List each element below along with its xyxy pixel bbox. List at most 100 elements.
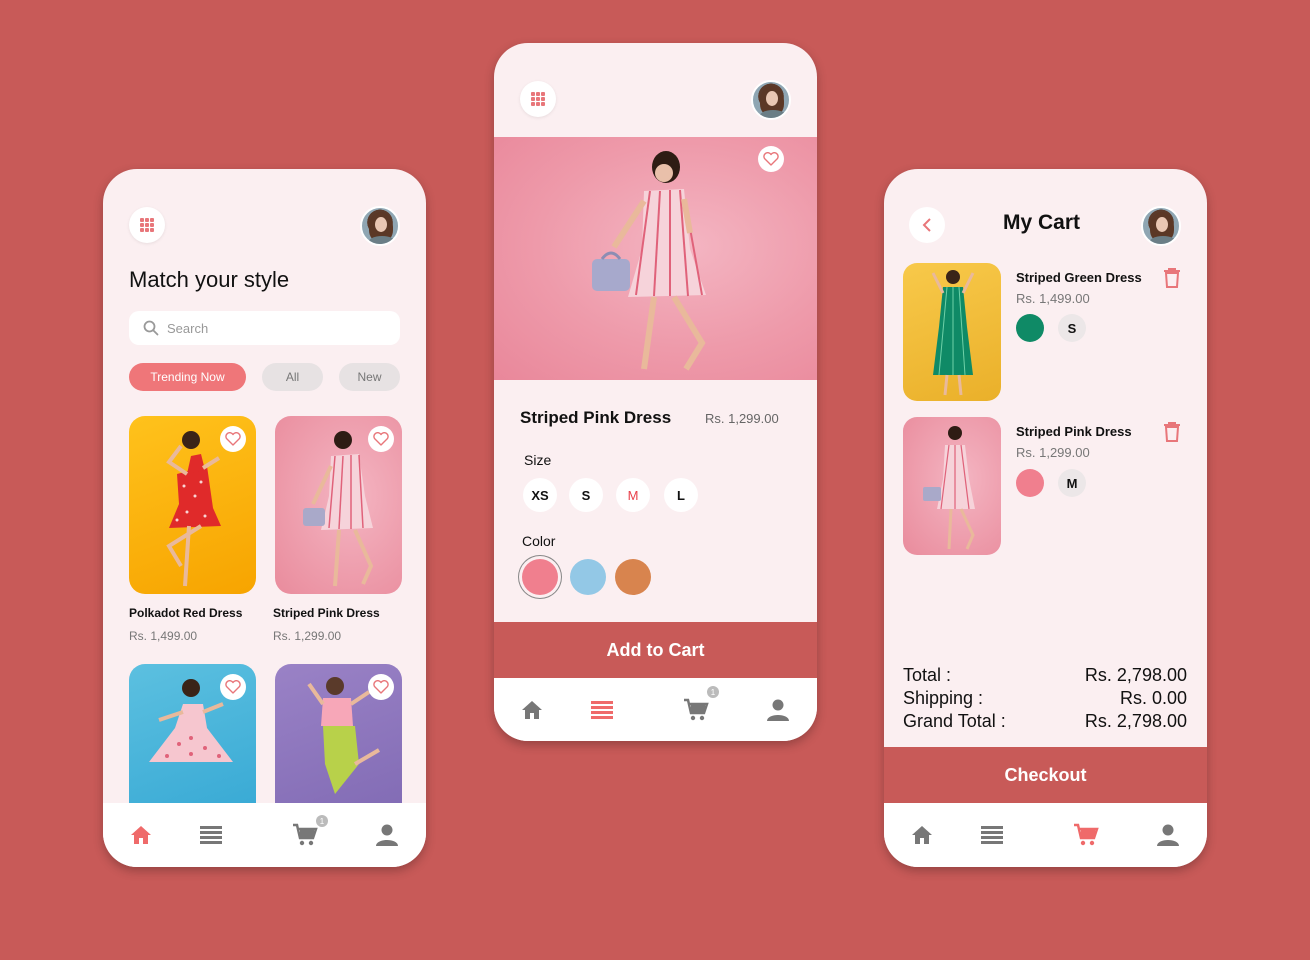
home-icon bbox=[912, 826, 932, 844]
wishlist-button[interactable] bbox=[220, 674, 246, 700]
size-label: Size bbox=[524, 452, 552, 468]
list-icon bbox=[981, 826, 1003, 844]
home-icon bbox=[131, 826, 151, 844]
list-icon bbox=[591, 701, 613, 719]
tab-cart[interactable] bbox=[291, 821, 319, 849]
heart-icon bbox=[225, 680, 241, 694]
tab-list[interactable] bbox=[978, 821, 1006, 849]
grid-menu-icon bbox=[140, 218, 154, 232]
home-screen: Match your style Trending Now All New bbox=[103, 169, 426, 867]
tab-home[interactable] bbox=[518, 696, 546, 724]
bottom-tab-bar bbox=[884, 803, 1207, 867]
grid-menu-button[interactable] bbox=[520, 81, 556, 117]
size-option-s[interactable]: S bbox=[569, 478, 603, 512]
product-image-striped-pink-dress[interactable] bbox=[275, 416, 402, 594]
cart-screen: My Cart Striped Green Dress Rs. 1,499.00… bbox=[884, 169, 1207, 867]
tab-list[interactable] bbox=[197, 821, 225, 849]
cart-item-size[interactable]: S bbox=[1058, 314, 1086, 342]
total-value: Rs. 2,798.00 bbox=[1084, 665, 1187, 685]
product-price: Rs. 1,499.00 bbox=[129, 629, 198, 643]
product-detail-screen: Striped Pink Dress Rs. 1,299.00 Size XS … bbox=[494, 43, 817, 741]
grid-menu-icon bbox=[531, 92, 545, 106]
wishlist-button[interactable] bbox=[368, 674, 394, 700]
page-title: Match your style bbox=[129, 267, 290, 292]
summary-grand-total-row: Grand Total : Rs. 2,798.00 bbox=[903, 711, 1187, 732]
wishlist-button[interactable] bbox=[220, 426, 246, 452]
checkout-button[interactable]: Checkout bbox=[884, 747, 1207, 803]
size-option-l[interactable]: L bbox=[664, 478, 698, 512]
product-title: Striped Pink Dress bbox=[520, 408, 672, 427]
avatar[interactable] bbox=[360, 206, 400, 246]
color-swatch-orange[interactable] bbox=[615, 559, 651, 595]
trash-icon[interactable] bbox=[1162, 421, 1182, 443]
bottom-tab-bar: 1 bbox=[494, 678, 817, 741]
cart-item-price: Rs. 1,299.00 bbox=[1016, 445, 1090, 460]
tab-profile[interactable] bbox=[373, 821, 401, 849]
color-swatch-pink-selected[interactable] bbox=[522, 559, 558, 595]
search-icon bbox=[143, 320, 159, 336]
size-option-xs[interactable]: XS bbox=[523, 478, 557, 512]
cart-item-size[interactable]: M bbox=[1058, 469, 1086, 497]
heart-icon bbox=[373, 432, 389, 446]
product-image-polkadot-red-dress[interactable] bbox=[129, 416, 256, 594]
avatar[interactable] bbox=[1141, 206, 1181, 246]
product-hero-image bbox=[494, 137, 817, 380]
model-figure-pink-large bbox=[592, 151, 706, 371]
chip-all[interactable]: All bbox=[262, 363, 323, 391]
product-price: Rs. 1,299.00 bbox=[273, 629, 342, 643]
cart-item-color bbox=[1016, 314, 1044, 342]
cart-item-color bbox=[1016, 469, 1044, 497]
tab-home[interactable] bbox=[127, 821, 155, 849]
tab-list[interactable] bbox=[588, 696, 616, 724]
product-price: Rs. 1,299.00 bbox=[705, 411, 779, 426]
model-figure-green bbox=[931, 270, 975, 396]
cart-item-name: Striped Pink Dress bbox=[1016, 424, 1132, 439]
avatar[interactable] bbox=[751, 80, 791, 120]
grand-total-label: Grand Total : bbox=[903, 711, 1006, 731]
search-bar[interactable] bbox=[129, 311, 400, 345]
user-icon bbox=[1157, 824, 1179, 846]
search-input[interactable] bbox=[167, 320, 367, 336]
shipping-label: Shipping : bbox=[903, 688, 984, 708]
summary-total-row: Total : Rs. 2,798.00 bbox=[903, 665, 1187, 686]
tab-cart[interactable] bbox=[682, 696, 710, 724]
cart-icon bbox=[1074, 823, 1099, 846]
total-label: Total : bbox=[903, 665, 952, 685]
cart-item-name: Striped Green Dress bbox=[1016, 270, 1142, 285]
tab-cart[interactable] bbox=[1072, 821, 1100, 849]
cart-badge: 1 bbox=[707, 686, 719, 698]
chip-trending-now[interactable]: Trending Now bbox=[129, 363, 246, 391]
home-icon bbox=[522, 701, 542, 719]
trash-icon[interactable] bbox=[1162, 267, 1182, 289]
cart-badge: 1 bbox=[316, 815, 328, 827]
model-figure-pink-small bbox=[923, 426, 975, 550]
add-to-cart-button[interactable]: Add to Cart bbox=[494, 622, 817, 678]
cart-icon bbox=[684, 698, 709, 721]
cart-item-image-pink[interactable] bbox=[903, 417, 1001, 555]
wishlist-button[interactable] bbox=[758, 146, 784, 172]
tab-profile[interactable] bbox=[1154, 821, 1182, 849]
heart-icon bbox=[763, 152, 779, 166]
grand-total-value: Rs. 2,798.00 bbox=[1084, 711, 1187, 731]
heart-icon bbox=[225, 432, 241, 446]
heart-icon bbox=[373, 680, 389, 694]
wishlist-button[interactable] bbox=[368, 426, 394, 452]
size-option-m-selected[interactable]: M bbox=[616, 478, 650, 512]
product-name[interactable]: Striped Pink Dress bbox=[273, 606, 380, 620]
grid-menu-button[interactable] bbox=[129, 207, 165, 243]
color-label: Color bbox=[522, 533, 556, 549]
user-icon bbox=[376, 824, 398, 846]
cart-item-image-green[interactable] bbox=[903, 263, 1001, 401]
user-icon bbox=[767, 699, 789, 721]
bottom-tab-bar: 1 bbox=[103, 803, 426, 867]
cart-icon bbox=[293, 823, 318, 846]
shipping-value: Rs. 0.00 bbox=[1119, 688, 1187, 708]
color-swatch-blue[interactable] bbox=[570, 559, 606, 595]
cart-item-price: Rs. 1,499.00 bbox=[1016, 291, 1090, 306]
summary-shipping-row: Shipping : Rs. 0.00 bbox=[903, 688, 1187, 709]
chip-new[interactable]: New bbox=[339, 363, 400, 391]
tab-home[interactable] bbox=[908, 821, 936, 849]
product-name[interactable]: Polkadot Red Dress bbox=[129, 606, 242, 620]
list-icon bbox=[200, 826, 222, 844]
tab-profile[interactable] bbox=[764, 696, 792, 724]
